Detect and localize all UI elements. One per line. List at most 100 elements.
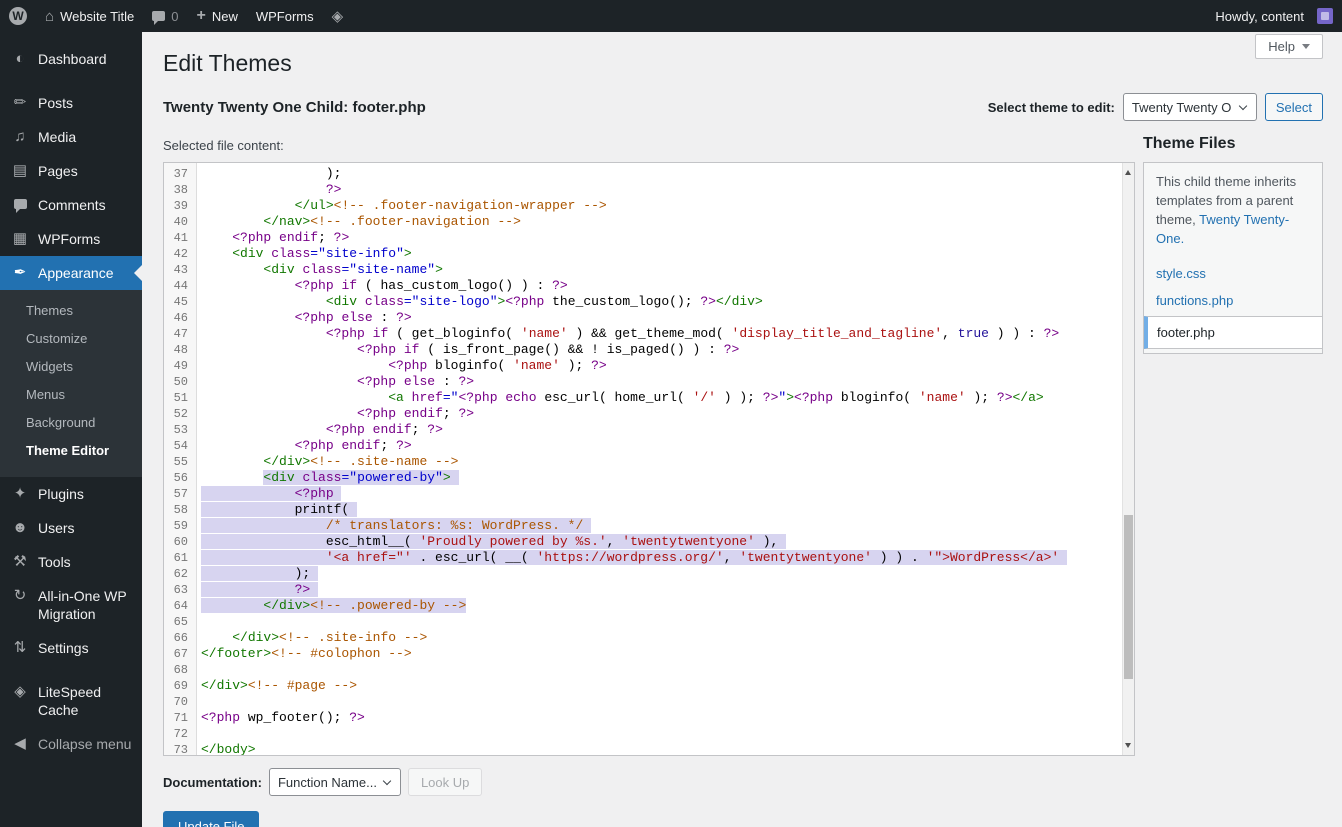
code-line[interactable]: <?php if ( is_front_page() && ! is_paged…: [201, 342, 1122, 358]
code-token: [357, 294, 365, 309]
code-line[interactable]: printf(: [201, 502, 1122, 518]
sidebar-item-label: Plugins: [38, 485, 138, 503]
code-line[interactable]: </ul><!-- .footer-navigation-wrapper -->: [201, 198, 1122, 214]
code-line[interactable]: <?php if ( get_bloginfo( 'name' ) && get…: [201, 326, 1122, 342]
wpforms-menu[interactable]: WPForms: [247, 0, 323, 32]
code-line[interactable]: [201, 694, 1122, 710]
code-line[interactable]: </body>: [201, 742, 1122, 755]
code-token: class: [365, 294, 404, 309]
lookup-button[interactable]: Look Up: [408, 768, 482, 796]
code-token: <!-- .footer-navigation-wrapper -->: [334, 198, 607, 213]
sidebar-item-migration[interactable]: ↻All-in-One WP Migration: [0, 579, 142, 631]
code-line[interactable]: <?php endif; ?>: [201, 230, 1122, 246]
my-account-menu[interactable]: Howdy, content: [1206, 0, 1342, 32]
sidebar-item-pages[interactable]: ▤Pages: [0, 154, 142, 188]
sidebar-item-appearance[interactable]: ✒Appearance: [0, 256, 142, 290]
sidebar-item-dashboard[interactable]: ◐Dashboard: [0, 42, 142, 76]
sidebar-item-posts[interactable]: ✏Posts: [0, 86, 142, 120]
code-line[interactable]: </div><!-- .site-info -->: [201, 630, 1122, 646]
code-line[interactable]: ?>: [201, 182, 1122, 198]
code-token: <div: [326, 294, 357, 309]
code-line[interactable]: esc_html__( 'Proudly powered by %s.', 't…: [201, 534, 1122, 550]
code-editor[interactable]: 3738394041424344454647484950515253545556…: [163, 162, 1135, 756]
sidebar-item-tools[interactable]: ⚒Tools: [0, 545, 142, 579]
documentation-dropdown[interactable]: Function Name...: [269, 768, 401, 796]
sidebar-item-plugins[interactable]: ✦ Plugins: [0, 477, 142, 511]
sidebar-item-settings[interactable]: ⇅Settings: [0, 631, 142, 665]
sidebar-item-users[interactable]: ☻Users: [0, 511, 142, 545]
code-line[interactable]: <?php endif; ?>: [201, 438, 1122, 454]
scroll-up-arrow-icon[interactable]: [1125, 167, 1131, 175]
scroll-down-arrow-icon[interactable]: [1125, 743, 1131, 751]
theme-file-functions.php[interactable]: functions.php: [1144, 287, 1322, 314]
sidebar-item-litespeed[interactable]: ◈LiteSpeed Cache: [0, 675, 142, 727]
code-line[interactable]: <?php wp_footer(); ?>: [201, 710, 1122, 726]
scrollbar-thumb[interactable]: [1124, 515, 1133, 679]
code-token: <?php: [295, 486, 334, 501]
litespeed-menu[interactable]: ◈: [323, 0, 353, 32]
new-content-menu[interactable]: + New: [187, 0, 246, 32]
help-button[interactable]: Help: [1255, 34, 1323, 59]
code-line[interactable]: <div class="site-info">: [201, 246, 1122, 262]
code-line[interactable]: <?php bloginfo( 'name' ); ?>: [201, 358, 1122, 374]
code-token: [201, 454, 263, 469]
code-line[interactable]: /* translators: %s: WordPress. */: [201, 518, 1122, 534]
code-line[interactable]: <a href="<?php echo esc_url( home_url( '…: [201, 390, 1122, 406]
site-name-menu[interactable]: ⌂ Website Title: [36, 0, 143, 32]
code-line[interactable]: [201, 614, 1122, 630]
sidebar-item-wpforms[interactable]: ▦WPForms: [0, 222, 142, 256]
wp-logo-menu[interactable]: W: [0, 0, 36, 32]
sidebar-subitem-customize[interactable]: Customize: [0, 325, 142, 353]
code-line[interactable]: <?php if ( has_custom_logo() ) : ?>: [201, 278, 1122, 294]
code-token: esc_html__(: [201, 534, 419, 549]
code-line[interactable]: </div><!-- .powered-by -->: [201, 598, 1122, 614]
code-line[interactable]: <?php endif; ?>: [201, 406, 1122, 422]
code-token: );: [560, 358, 591, 373]
code-line[interactable]: <div class="site-logo"><?php the_custom_…: [201, 294, 1122, 310]
sidebar-subitem-background[interactable]: Background: [0, 409, 142, 437]
code-line[interactable]: [201, 726, 1122, 742]
code-line[interactable]: <?php else : ?>: [201, 374, 1122, 390]
code-token: ) ) .: [872, 550, 927, 565]
code-line[interactable]: <?php endif; ?>: [201, 422, 1122, 438]
sidebar-subitem-widgets[interactable]: Widgets: [0, 353, 142, 381]
sidebar-subitem-themes[interactable]: Themes: [0, 297, 142, 325]
editor-vertical-scrollbar[interactable]: [1122, 163, 1134, 755]
code-token: [201, 422, 326, 437]
sidebar-item-label: Appearance: [38, 264, 138, 282]
comments-menu[interactable]: 0: [143, 0, 187, 32]
theme-file-style.css[interactable]: style.css: [1144, 260, 1322, 287]
plugin-icon: ✦: [10, 485, 30, 503]
code-line[interactable]: <?php else : ?>: [201, 310, 1122, 326]
sidebar-item-collapse[interactable]: ◀Collapse menu: [0, 727, 142, 761]
code-line[interactable]: <div class="powered-by">: [201, 470, 1122, 486]
code-line[interactable]: );: [201, 166, 1122, 182]
sidebar-item-media[interactable]: ♫Media: [0, 120, 142, 154]
code-line[interactable]: );: [201, 566, 1122, 582]
update-file-button[interactable]: Update File: [163, 811, 259, 827]
code-area[interactable]: ); ?> </ul><!-- .footer-navigation-wrapp…: [197, 163, 1122, 755]
code-token: the_custom_logo();: [544, 294, 700, 309]
code-line[interactable]: </nav><!-- .footer-navigation -->: [201, 214, 1122, 230]
theme-select-dropdown[interactable]: Twenty Twenty One: [1123, 93, 1257, 121]
sidebar-subitem-menus[interactable]: Menus: [0, 381, 142, 409]
code-line[interactable]: </div><!-- #page -->: [201, 678, 1122, 694]
documentation-row: Documentation: Function Name... Look Up: [163, 768, 1135, 796]
code-token: [201, 582, 295, 597]
code-line[interactable]: ?>: [201, 582, 1122, 598]
code-token: ;: [380, 438, 396, 453]
code-line[interactable]: [201, 662, 1122, 678]
sidebar-subitem-theme-editor[interactable]: Theme Editor: [0, 437, 142, 465]
sidebar-spacer: [0, 32, 142, 42]
code-line[interactable]: <?php: [201, 486, 1122, 502]
code-line[interactable]: </footer><!-- #colophon -->: [201, 646, 1122, 662]
code-line[interactable]: <div class="site-name">: [201, 262, 1122, 278]
chevron-down-icon: [1302, 44, 1310, 53]
theme-file-footer.php[interactable]: footer.php: [1144, 316, 1322, 349]
sidebar-item-comments[interactable]: Comments: [0, 188, 142, 222]
select-theme-button[interactable]: Select: [1265, 93, 1323, 121]
code-token: [201, 438, 295, 453]
code-line[interactable]: '<a href="' . esc_url( __( 'https://word…: [201, 550, 1122, 566]
code-line[interactable]: </div><!-- .site-name -->: [201, 454, 1122, 470]
comment-bubble-icon: [10, 196, 30, 214]
